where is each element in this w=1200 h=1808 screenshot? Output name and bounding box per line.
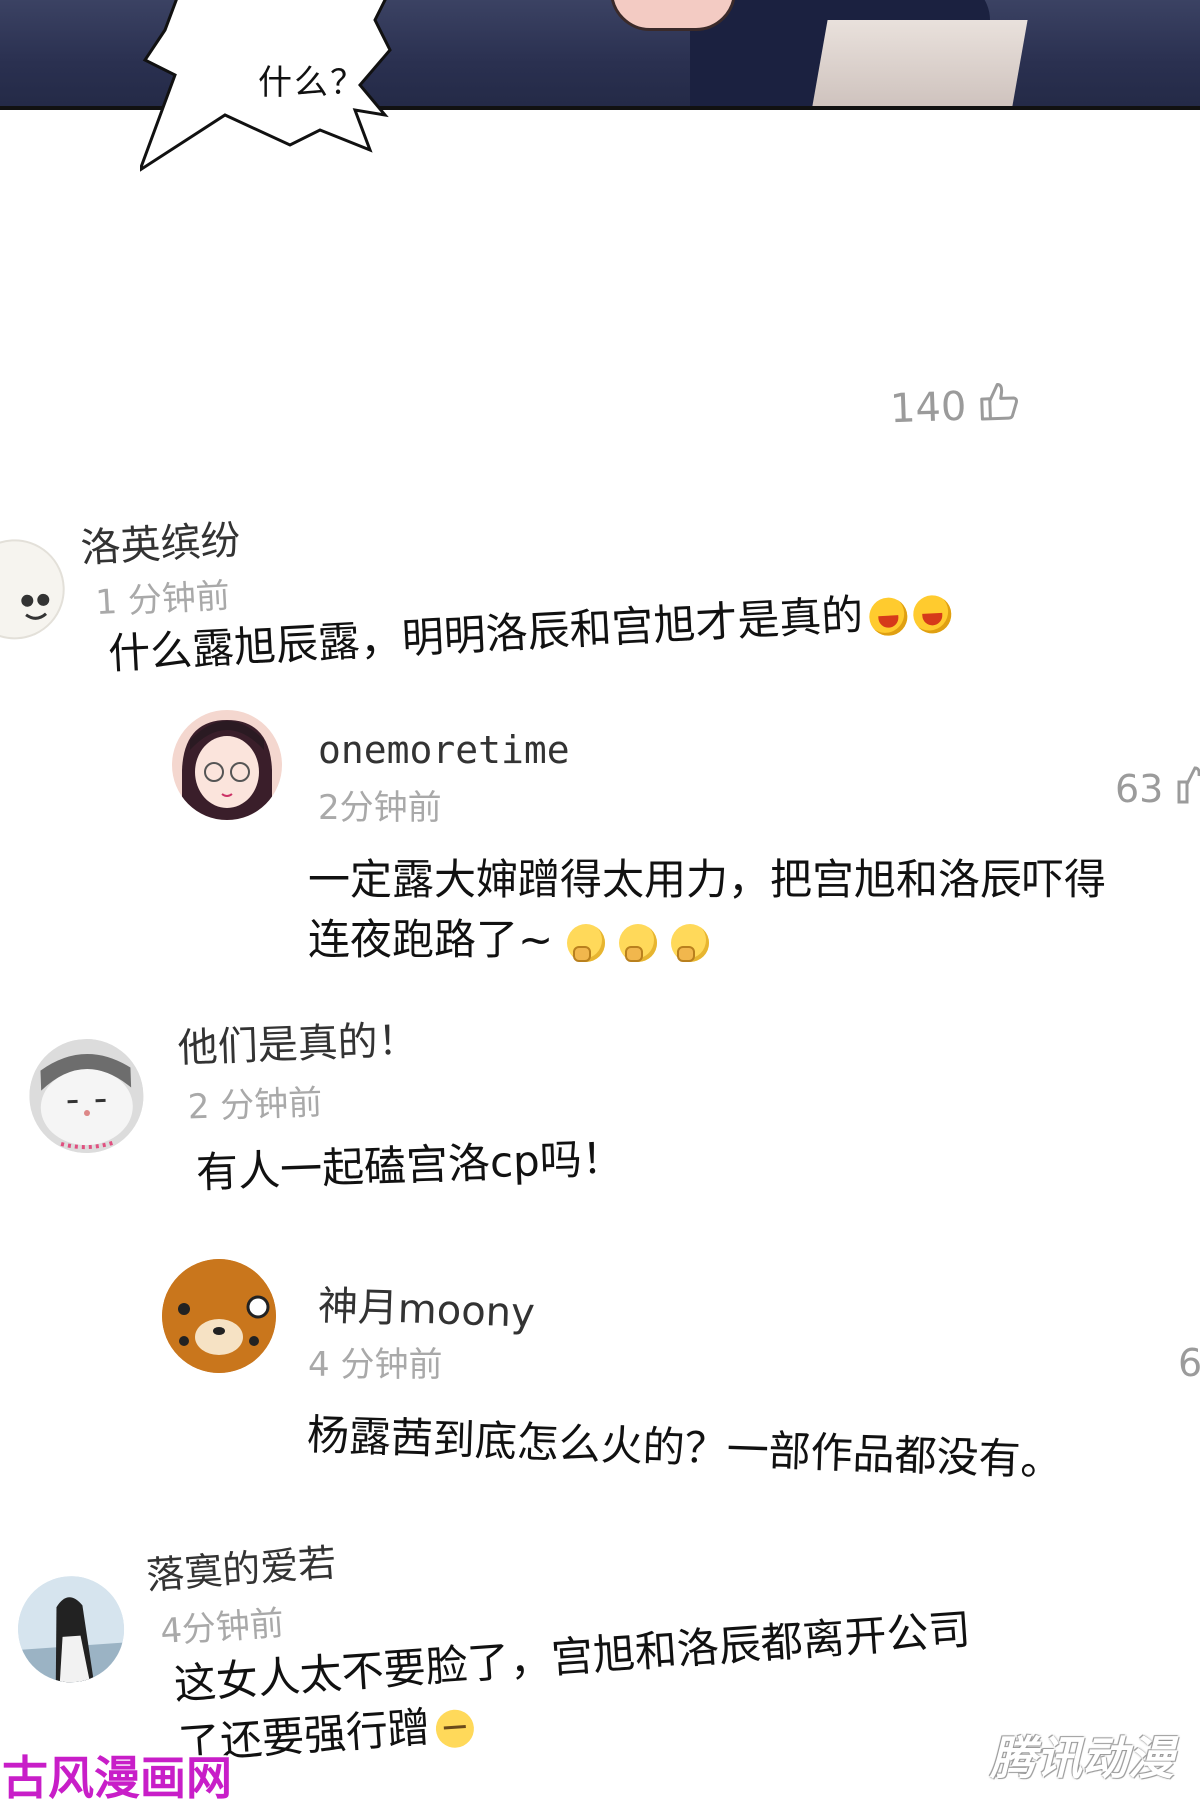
user-avatar[interactable]: [0, 536, 68, 642]
comment-text-content: 连夜跑路了~: [308, 915, 554, 964]
comment-text: 什么露旭辰露，明明洛辰和宫旭才是真的: [107, 580, 953, 684]
sleepy-emoji: [434, 1707, 476, 1749]
user-avatar[interactable]: [27, 1037, 146, 1155]
comment-like-count: 6: [1178, 1341, 1200, 1385]
comment-like-count: 63: [1115, 766, 1164, 811]
comment-3: 他们是真的！ 2 分钟前 有人一起磕宫洛cp吗！: [0, 958, 1200, 1220]
comment-like-counter[interactable]: 6: [1178, 1341, 1200, 1385]
comment-time: 4 分钟前: [308, 1345, 443, 1385]
comment-text-line: 一定露大婶蹭得太用力，把宫旭和洛辰吓得: [308, 855, 1107, 904]
username[interactable]: 落寞的爱若: [144, 1532, 338, 1600]
user-avatar[interactable]: [162, 1259, 276, 1373]
laugh-emoji: [912, 593, 953, 634]
user-avatar[interactable]: [172, 710, 282, 820]
thinking-emoji: [671, 923, 710, 962]
comment-text: 一定露大婶蹭得太用力，把宫旭和洛辰吓得 连夜跑路了~: [308, 850, 1188, 970]
comment-text-line-2: 连夜跑路了~: [308, 910, 1188, 970]
username[interactable]: onemoretime: [318, 728, 570, 772]
thinking-emoji: [619, 923, 658, 962]
site-watermark-left: 古风漫画网: [2, 1751, 232, 1805]
comment-time: 2分钟前: [318, 788, 442, 828]
thinking-emoji: [567, 923, 606, 962]
comment-1: 洛英缤纷 1 分钟前 什么露旭辰露，明明洛辰和宫旭才是真的: [0, 437, 1200, 710]
username[interactable]: 神月moony: [317, 1273, 536, 1339]
site-watermark-right: 腾讯动漫: [990, 1731, 1174, 1785]
thumbs-up-icon: [975, 378, 1021, 434]
post-like-count: 140: [889, 383, 968, 433]
comment-time: 1 分钟前: [94, 576, 231, 624]
comment-text: 有人一起磕宫洛cp吗！: [195, 1133, 625, 1198]
comment-time: 4分钟前: [159, 1603, 286, 1652]
thumbs-up-icon: [1173, 762, 1200, 815]
comment-time: 2 分钟前: [187, 1082, 323, 1128]
post-like-counter[interactable]: 140: [889, 378, 1021, 437]
username[interactable]: 他们是真的！: [177, 1007, 419, 1073]
laugh-emoji: [868, 596, 909, 637]
comment-2: onemoretime 2分钟前 63 一定露大婶蹭得太用力，把宫旭和洛辰吓得 …: [0, 700, 1200, 980]
user-avatar[interactable]: [14, 1572, 128, 1686]
comment-like-counter[interactable]: 63: [1115, 762, 1200, 815]
floor-mat: [812, 20, 1028, 106]
username[interactable]: 洛英缤纷: [79, 508, 242, 574]
speech-bubble-text: 什么？: [258, 63, 366, 103]
